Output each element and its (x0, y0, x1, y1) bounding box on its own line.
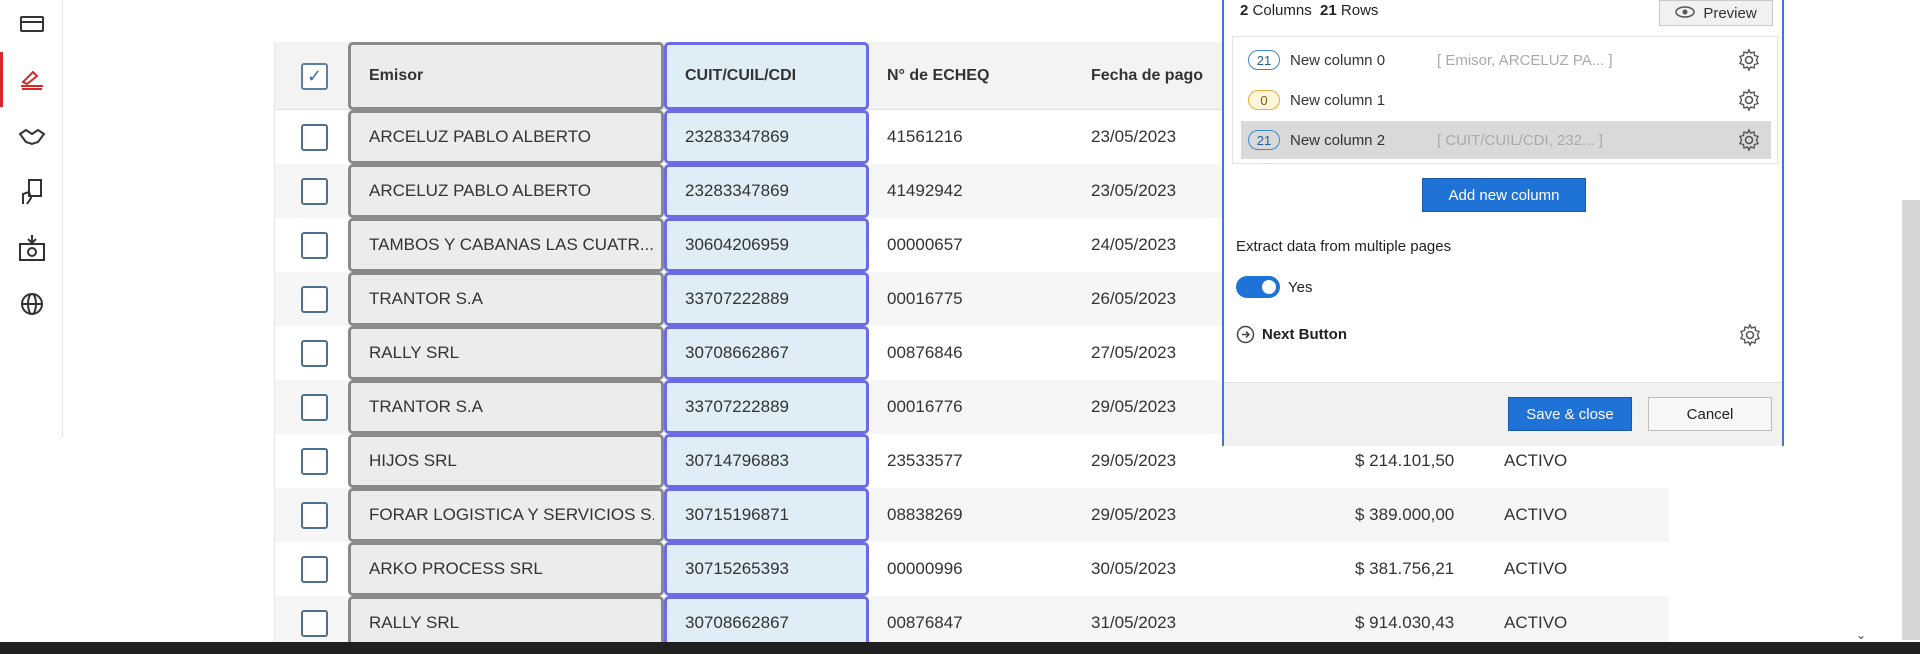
column-preview: [ CUIT/CUIL/CDI, 232... ] (1437, 131, 1603, 149)
globe-icon[interactable] (14, 286, 50, 322)
cell-echeq: 41561216 (887, 127, 963, 146)
cell-cuit: 30714796883 (685, 451, 790, 470)
column-settings-gear-icon[interactable] (1737, 128, 1761, 152)
table-row[interactable]: FORAR LOGISTICA Y SERVICIOS S... 30715196… (275, 488, 1669, 542)
cell-echeq: 00000657 (887, 235, 963, 254)
cell-echeq: 08838269 (887, 505, 963, 524)
row-checkbox[interactable] (301, 340, 328, 367)
cell-cuit: 33707222889 (685, 289, 790, 308)
cell-monto: $ 381.756,21 (1355, 559, 1455, 578)
cell-fecha: 29/05/2023 (1091, 505, 1177, 524)
row-checkbox[interactable] (301, 394, 328, 421)
cell-estado: ACTIVO (1504, 505, 1568, 524)
rows-label: Rows (1340, 2, 1379, 19)
cell-cuit: 30708662867 (685, 343, 790, 362)
dialog-summary: 2 Columns 21 Rows (1240, 2, 1378, 19)
cell-echeq: 00876846 (887, 343, 963, 362)
column-count-badge: 21 (1248, 130, 1280, 150)
cell-cuit: 30604206959 (685, 235, 790, 254)
row-checkbox[interactable] (301, 556, 328, 583)
money-download-icon[interactable] (14, 230, 50, 266)
extract-multiple-pages-label: Extract data from multiple pages (1236, 238, 1452, 255)
rows-count: 21 (1320, 2, 1337, 19)
row-checkbox[interactable] (301, 502, 328, 529)
column-count-badge: 0 (1248, 90, 1280, 110)
window-scrollbar[interactable] (1902, 200, 1920, 640)
taskbar (0, 642, 1920, 654)
cell-echeq: 41492942 (887, 181, 963, 200)
row-checkbox[interactable] (301, 232, 328, 259)
save-close-button[interactable]: Save & close (1508, 397, 1632, 431)
extract-data-dialog: 2 Columns 21 Rows Preview 21 New column 0… (1222, 0, 1784, 446)
table-row[interactable]: ARKO PROCESS SRL 30715265393 00000996 30/05… (275, 542, 1669, 596)
preview-button[interactable]: Preview (1659, 0, 1773, 26)
row-checkbox[interactable] (301, 286, 328, 313)
cell-cuit: 30715196871 (685, 505, 790, 524)
row-checkbox[interactable] (301, 448, 328, 475)
arrow-right-circle-icon (1236, 325, 1255, 344)
select-all-checkbox[interactable]: ✓ (301, 63, 328, 90)
eye-icon (1675, 5, 1696, 22)
row-checkbox[interactable] (301, 610, 328, 637)
column-name: New column 2 (1290, 131, 1386, 149)
cell-cuit: 23283347869 (685, 127, 790, 146)
card-icon[interactable] (14, 6, 50, 42)
column-list: 21 New column 0 [ Emisor, ARCELUZ PA... ] 0… (1232, 36, 1778, 164)
hand-document-icon[interactable] (14, 174, 50, 210)
column-settings-gear-icon[interactable] (1737, 88, 1761, 112)
column-preview: [ Emisor, ARCELUZ PA... ] (1437, 51, 1613, 69)
cell-echeq: 00000996 (887, 559, 963, 578)
cell-emisor: TAMBOS Y CABANAS LAS CUATR... (369, 235, 654, 254)
column-list-item[interactable]: 21 New column 0 [ Emisor, ARCELUZ PA... ] (1241, 41, 1771, 79)
row-checkbox[interactable] (301, 178, 328, 205)
row-checkbox[interactable] (301, 124, 328, 151)
cell-cuit: 30715265393 (685, 559, 790, 578)
cell-emisor: ARCELUZ PABLO ALBERTO (369, 181, 592, 200)
column-settings-gear-icon[interactable] (1737, 48, 1761, 72)
signature-icon[interactable] (14, 62, 50, 98)
header-echeq[interactable]: N° de ECHEQ (887, 42, 1067, 109)
cell-emisor: TRANTOR S.A (369, 397, 483, 416)
columns-count: 2 (1240, 2, 1249, 19)
sidebar (0, 0, 63, 438)
cell-emisor: ARKO PROCESS SRL (369, 559, 543, 578)
cancel-button[interactable]: Cancel (1648, 397, 1772, 431)
sidebar-active-indicator (0, 52, 3, 107)
extract-multiple-pages-toggle[interactable] (1236, 276, 1280, 298)
cell-emisor: RALLY SRL (369, 343, 460, 362)
preview-label: Preview (1703, 4, 1757, 22)
column-name: New column 1 (1290, 91, 1386, 109)
cell-echeq: 00016775 (887, 289, 963, 308)
column-list-item[interactable]: 21 New column 2 [ CUIT/CUIL/CDI, 232... ] (1241, 121, 1771, 159)
handshake-icon[interactable] (14, 118, 50, 154)
cell-estado: ACTIVO (1504, 559, 1568, 578)
next-button-settings-gear-icon[interactable] (1738, 323, 1762, 347)
cell-emisor: FORAR LOGISTICA Y SERVICIOS S... (369, 505, 654, 524)
cell-cuit: 33707222889 (685, 397, 790, 416)
cell-emisor: HIJOS SRL (369, 451, 457, 470)
cell-fecha: 30/05/2023 (1091, 559, 1177, 578)
cell-emisor: TRANTOR S.A (369, 289, 483, 308)
next-button-label[interactable]: Next Button (1262, 326, 1347, 343)
chevron-down-icon[interactable]: ⌄ (1856, 628, 1866, 642)
add-new-column-button[interactable]: Add new column (1422, 178, 1586, 212)
column-count-badge: 21 (1248, 50, 1280, 70)
cell-echeq: 00016776 (887, 397, 963, 416)
toggle-label: Yes (1288, 279, 1313, 296)
columns-label: Columns (1252, 2, 1312, 19)
cell-emisor: ARCELUZ PABLO ALBERTO (369, 127, 592, 146)
dialog-footer: Save & close Cancel (1224, 382, 1782, 446)
cell-monto: $ 389.000,00 (1355, 505, 1455, 524)
cell-cuit: 23283347869 (685, 181, 790, 200)
header-emisor[interactable]: Emisor (369, 42, 654, 109)
column-list-item[interactable]: 0 New column 1 (1241, 81, 1771, 119)
cell-echeq: 23533577 (887, 451, 963, 470)
header-cuit[interactable]: CUIT/CUIL/CDI (685, 42, 865, 109)
column-name: New column 0 (1290, 51, 1386, 69)
